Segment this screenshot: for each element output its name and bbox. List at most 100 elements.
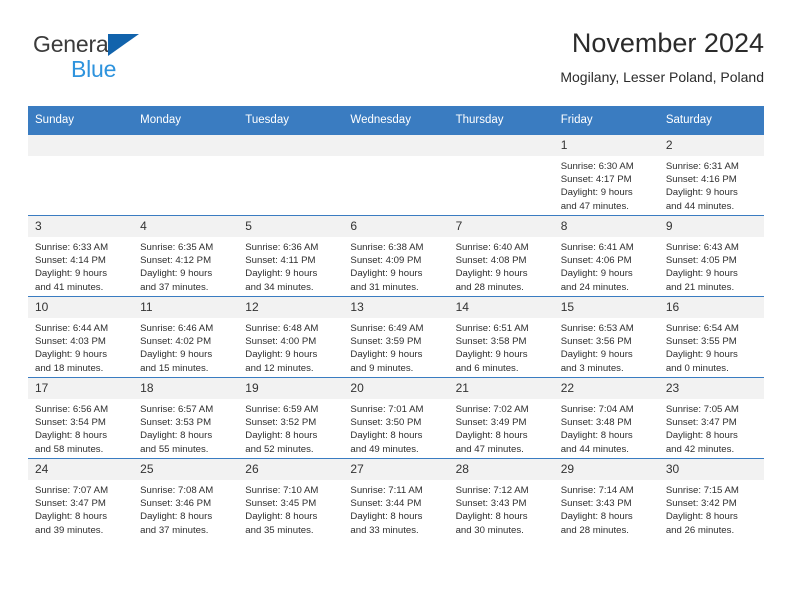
day-number: 19 (238, 378, 344, 399)
day-number: 2 (658, 135, 764, 156)
daylight-duration-line1: Daylight: 8 hours (140, 511, 213, 523)
sunset-time: Sunset: 3:48 PM (560, 417, 632, 429)
daylight-duration-line1: Daylight: 9 hours (560, 187, 633, 199)
sunset-time: Sunset: 4:06 PM (560, 255, 632, 267)
calendar-table: Sunday Monday Tuesday Wednesday Thursday… (28, 106, 764, 539)
daylight-duration-line2: and 39 minutes. (35, 524, 104, 536)
day-number: 29 (553, 459, 659, 480)
calendar-week-row: 17 Sunrise: 6:56 AM Sunset: 3:54 PM Dayligh… (28, 377, 764, 459)
calendar-day-cell[interactable]: 12 Sunrise: 6:48 AM Sunset: 4:00 PM Dayligh… (238, 296, 344, 378)
sunset-time: Sunset: 4:17 PM (560, 174, 632, 186)
sunset-time: Sunset: 4:05 PM (665, 255, 737, 267)
calendar-week-row: 10 Sunrise: 6:44 AM Sunset: 4:03 PM Dayligh… (28, 296, 764, 378)
sunset-time: Sunset: 3:54 PM (35, 417, 106, 429)
daylight-duration-line1: Daylight: 8 hours (350, 430, 423, 442)
calendar-day-cell[interactable]: 15 Sunrise: 6:53 AM Sunset: 3:56 PM Dayligh… (553, 296, 659, 378)
sunrise-time: Sunrise: 6:57 AM (140, 404, 214, 415)
calendar-day-cell[interactable]: 8 Sunrise: 6:41 AM Sunset: 4:06 PM Daylight… (553, 215, 659, 297)
day-number: 28 (448, 459, 554, 480)
calendar-day-cell[interactable]: 6 Sunrise: 6:38 AM Sunset: 4:09 PM Daylight… (343, 215, 449, 297)
daylight-duration-line1: Daylight: 8 hours (665, 511, 738, 523)
calendar-day-cell[interactable]: 5 Sunrise: 6:36 AM Sunset: 4:11 PM Daylight… (238, 215, 344, 297)
daylight-duration-line2: and 33 minutes. (350, 524, 419, 536)
daylight-duration-line2: and 21 minutes. (665, 281, 735, 293)
sunset-time: Sunset: 3:49 PM (455, 417, 527, 429)
calendar-week-row: 1 Sunrise: 6:30 AM Sunset: 4:17 PM Daylight… (28, 134, 764, 216)
daylight-duration-line2: and 34 minutes. (245, 281, 314, 293)
daylight-duration-line1: Daylight: 9 hours (455, 349, 528, 361)
calendar-day-cell[interactable]: 19 Sunrise: 6:59 AM Sunset: 3:52 PM Dayligh… (238, 377, 344, 459)
sunrise-time: Sunrise: 6:56 AM (35, 404, 109, 415)
weekday-header-monday: Monday (133, 106, 239, 135)
day-number (28, 135, 134, 156)
sunset-time: Sunset: 3:58 PM (455, 336, 527, 348)
calendar-day-cell[interactable]: 4 Sunrise: 6:35 AM Sunset: 4:12 PM Daylight… (133, 215, 239, 297)
calendar-day-cell[interactable]: 1 Sunrise: 6:30 AM Sunset: 4:17 PM Daylight… (553, 134, 659, 216)
calendar-day-cell[interactable]: 29 Sunrise: 7:14 AM Sunset: 3:43 PM Dayligh… (553, 458, 659, 539)
calendar-day-cell[interactable]: 28 Sunrise: 7:12 AM Sunset: 3:43 PM Dayligh… (448, 458, 554, 539)
calendar-day-cell[interactable]: 16 Sunrise: 6:54 AM Sunset: 3:55 PM Dayligh… (658, 296, 764, 378)
page-subtitle: Mogilany, Lesser Poland, Poland (560, 69, 764, 85)
calendar-day-cell[interactable]: 3 Sunrise: 6:33 AM Sunset: 4:14 PM Daylight… (28, 215, 134, 297)
daylight-duration-line1: Daylight: 8 hours (665, 430, 738, 442)
daylight-duration-line1: Daylight: 8 hours (350, 511, 423, 523)
calendar-day-cell[interactable]: 26 Sunrise: 7:10 AM Sunset: 3:45 PM Dayligh… (238, 458, 344, 539)
daylight-duration-line2: and 31 minutes. (350, 281, 419, 293)
day-number: 6 (343, 216, 449, 237)
sunset-time: Sunset: 4:00 PM (245, 336, 317, 348)
sunset-time: Sunset: 4:12 PM (140, 255, 212, 267)
day-details: Sunrise: 7:10 AM Sunset: 3:45 PM Daylight:… (238, 480, 343, 537)
calendar-day-cell[interactable]: 24 Sunrise: 7:07 AM Sunset: 3:47 PM Dayligh… (28, 458, 134, 539)
day-details: Sunrise: 6:41 AM Sunset: 4:06 PM Daylight:… (554, 237, 659, 294)
calendar-day-cell[interactable]: 14 Sunrise: 6:51 AM Sunset: 3:58 PM Dayligh… (448, 296, 554, 378)
sunrise-time: Sunrise: 6:51 AM (455, 323, 529, 334)
daylight-duration-line1: Daylight: 9 hours (560, 268, 633, 280)
day-details: Sunrise: 6:30 AM Sunset: 4:17 PM Daylight:… (554, 156, 659, 213)
page-header: General Blue November 2024 Mogilany, Les… (28, 26, 764, 96)
calendar-day-cell[interactable]: 10 Sunrise: 6:44 AM Sunset: 4:03 PM Dayligh… (28, 296, 134, 378)
sunset-time: Sunset: 3:45 PM (245, 498, 317, 510)
calendar-day-cell[interactable]: 18 Sunrise: 6:57 AM Sunset: 3:53 PM Dayligh… (133, 377, 239, 459)
day-number: 17 (28, 378, 134, 399)
calendar-day-cell[interactable]: 17 Sunrise: 6:56 AM Sunset: 3:54 PM Dayligh… (28, 377, 134, 459)
calendar-day-cell[interactable]: 30 Sunrise: 7:15 AM Sunset: 3:42 PM Dayligh… (658, 458, 764, 539)
daylight-duration-line1: Daylight: 9 hours (245, 349, 318, 361)
sunrise-time: Sunrise: 7:10 AM (245, 485, 319, 496)
daylight-duration-line1: Daylight: 8 hours (35, 430, 107, 442)
sunset-time: Sunset: 3:52 PM (245, 417, 317, 429)
day-details: Sunrise: 7:12 AM Sunset: 3:43 PM Daylight:… (449, 480, 554, 537)
day-number: 27 (343, 459, 449, 480)
daylight-duration-line1: Daylight: 9 hours (455, 268, 528, 280)
calendar-day-cell[interactable]: 21 Sunrise: 7:02 AM Sunset: 3:49 PM Dayligh… (448, 377, 554, 459)
daylight-duration-line1: Daylight: 9 hours (665, 187, 738, 199)
day-details: Sunrise: 6:51 AM Sunset: 3:58 PM Daylight:… (449, 318, 554, 375)
daylight-duration-line2: and 35 minutes. (245, 524, 314, 536)
daylight-duration-line1: Daylight: 8 hours (245, 430, 318, 442)
calendar-day-cell[interactable]: 11 Sunrise: 6:46 AM Sunset: 4:02 PM Dayligh… (133, 296, 239, 378)
day-number: 20 (343, 378, 449, 399)
day-details: Sunrise: 6:35 AM Sunset: 4:12 PM Daylight:… (133, 237, 238, 294)
daylight-duration-line1: Daylight: 9 hours (350, 268, 423, 280)
calendar-day-cell[interactable]: 23 Sunrise: 7:05 AM Sunset: 3:47 PM Dayligh… (658, 377, 764, 459)
day-details: Sunrise: 7:07 AM Sunset: 3:47 PM Daylight:… (28, 480, 133, 537)
calendar-day-cell[interactable]: 20 Sunrise: 7:01 AM Sunset: 3:50 PM Dayligh… (343, 377, 449, 459)
calendar-day-cell-empty (238, 134, 344, 216)
day-number: 25 (133, 459, 239, 480)
calendar-day-cell[interactable]: 25 Sunrise: 7:08 AM Sunset: 3:46 PM Dayligh… (133, 458, 239, 539)
calendar-day-cell[interactable]: 7 Sunrise: 6:40 AM Sunset: 4:08 PM Daylight… (448, 215, 554, 297)
sunset-time: Sunset: 3:47 PM (35, 498, 106, 510)
weekday-header-wednesday: Wednesday (343, 106, 449, 135)
calendar-day-cell[interactable]: 27 Sunrise: 7:11 AM Sunset: 3:44 PM Dayligh… (343, 458, 449, 539)
calendar-day-cell[interactable]: 2 Sunrise: 6:31 AM Sunset: 4:16 PM Daylight… (658, 134, 764, 216)
generalblue-logo[interactable]: General Blue (33, 31, 213, 87)
day-number: 22 (553, 378, 659, 399)
calendar-day-cell[interactable]: 13 Sunrise: 6:49 AM Sunset: 3:59 PM Dayligh… (343, 296, 449, 378)
daylight-duration-line2: and 47 minutes. (455, 443, 524, 455)
sunset-time: Sunset: 4:03 PM (35, 336, 106, 348)
sunset-time: Sunset: 3:55 PM (665, 336, 737, 348)
day-number: 24 (28, 459, 134, 480)
calendar-day-cell[interactable]: 9 Sunrise: 6:43 AM Sunset: 4:05 PM Daylight… (658, 215, 764, 297)
calendar-day-cell[interactable]: 22 Sunrise: 7:04 AM Sunset: 3:48 PM Dayligh… (553, 377, 659, 459)
sunrise-time: Sunrise: 6:31 AM (665, 161, 739, 172)
day-number (448, 135, 554, 156)
